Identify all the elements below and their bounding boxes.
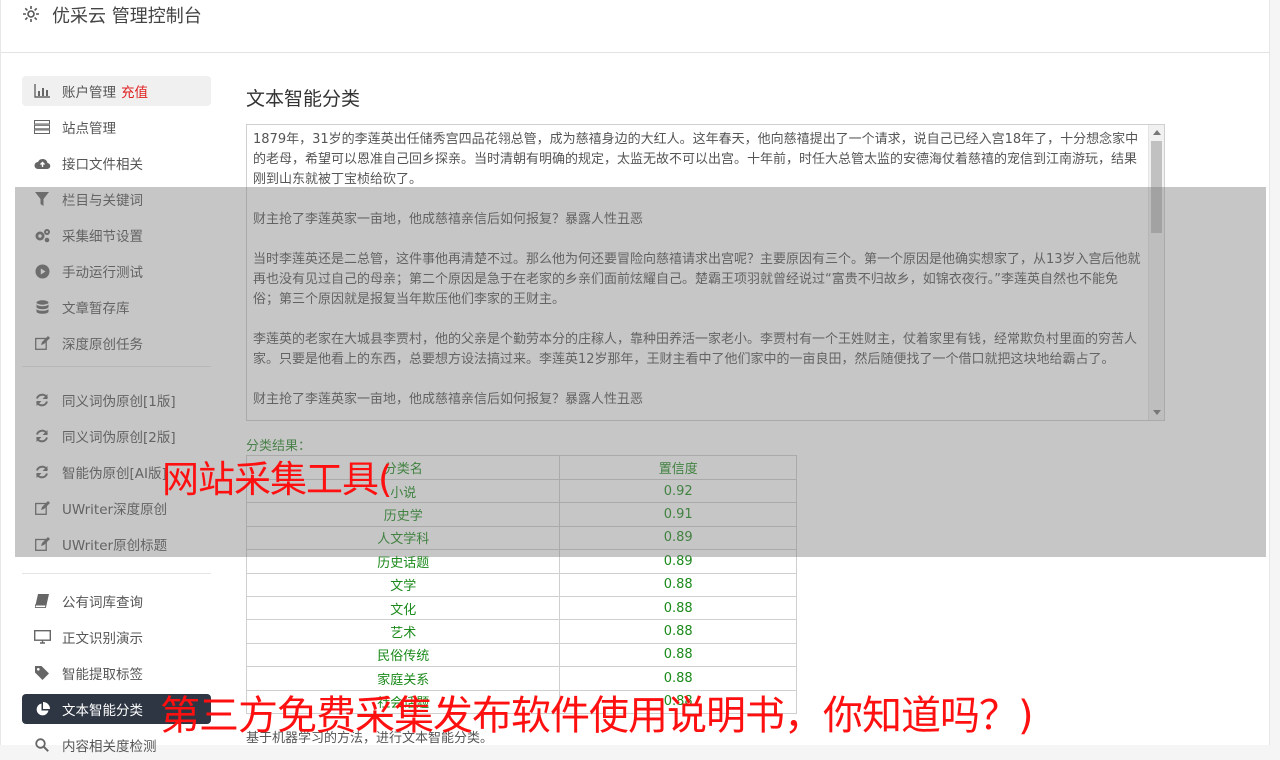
server-icon [33,118,51,136]
search-icon [33,736,51,754]
tag-icon [33,664,51,682]
sidebar-item-label: 智能提取标签 [62,667,143,683]
sidebar-item-label: 账户管理 [62,85,116,101]
text-paragraph: 1879年，31岁的李莲英出任储秀宫四品花翎总管，成为慈禧身边的大红人。这年春天… [253,132,1139,187]
cloud-upload-icon [33,154,51,172]
category-cell: 文学 [245,572,561,597]
confidence-cell: 0.88 [559,642,797,668]
gear-icon [21,4,41,24]
sidebar-item-label: 文本智能分类 [62,703,143,719]
overlay-caption-top: 网站采集工具( [162,458,392,501]
table-row: 艺术 0.88 [245,619,797,644]
sidebar-item-label: 正文识别演示 [62,631,143,647]
pie-chart-icon [33,700,51,718]
sidebar-item-label: 接口文件相关 [62,157,143,173]
sidebar-item-public-lexicon[interactable]: 公有词库查询 [22,586,211,616]
confidence-cell: 0.88 [559,572,797,597]
table-row: 民俗传统 0.88 [245,642,797,668]
sidebar-item-account[interactable]: 账户管理 充值 [22,76,211,106]
sidebar-divider [22,573,211,574]
sidebar-item-label: 公有词库查询 [62,595,143,611]
confidence-cell: 0.88 [559,619,797,644]
sidebar-item-label: 站点管理 [62,121,116,137]
category-cell: 文化 [245,595,561,621]
category-cell: 民俗传统 [245,642,561,668]
table-row: 文学 0.88 [245,572,797,597]
desktop-icon [33,628,51,646]
book-icon [33,592,51,610]
sidebar-item-body-recognition[interactable]: 正文识别演示 [22,622,211,652]
recharge-link[interactable]: 充值 [121,81,148,101]
confidence-cell: 0.88 [559,595,797,621]
scroll-up-arrow-icon[interactable] [1153,130,1161,135]
category-cell: 艺术 [245,619,561,644]
bar-chart-icon [33,82,51,100]
sidebar-item-sites[interactable]: 站点管理 [22,112,211,142]
page-title: 文本智能分类 [246,88,361,110]
table-row: 文化 0.88 [245,595,797,621]
sidebar-item-interface[interactable]: 接口文件相关 [22,148,211,178]
app-title: 优采云 管理控制台 [52,6,202,27]
header-bar: 优采云 管理控制台 [1,0,1269,53]
overlay-caption-bottom: 第三方免费采集发布软件使用说明书，你知道吗？) [160,693,1034,739]
sidebar-item-label: 内容相关度检测 [62,739,157,755]
